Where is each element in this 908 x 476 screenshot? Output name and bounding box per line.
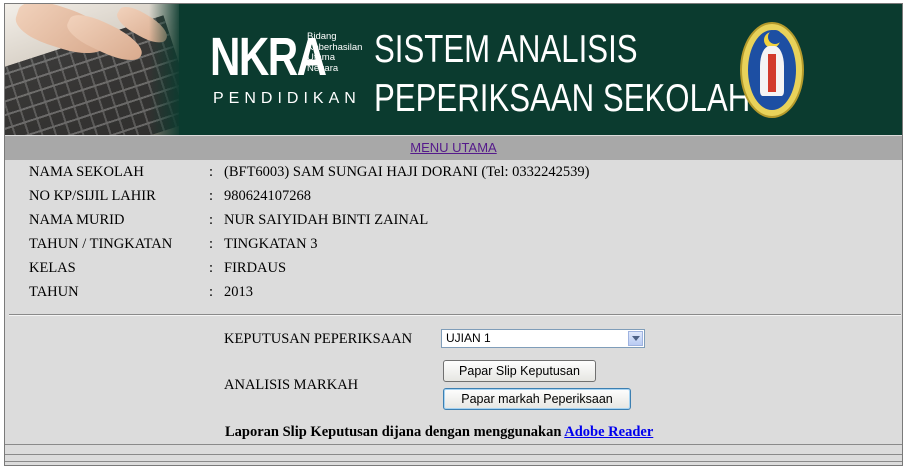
info-label: NO KP/SIJIL LAHIR [29, 188, 156, 204]
exam-result-label: KEPUTUSAN PEPERIKSAAN [224, 331, 413, 347]
info-label: NAMA SEKOLAH [29, 164, 144, 180]
divider [5, 444, 902, 445]
nkra-logo-subtext: Bidang Keberhasilan Utama Negara [307, 31, 363, 74]
report-note: Laporan Slip Keputusan dijana dengan men… [225, 424, 654, 440]
main-menu-link[interactable]: MENU UTAMA [410, 140, 496, 155]
info-label: TAHUN / TINGKATAN [29, 236, 173, 252]
header-banner: NKRA Bidang Keberhasilan Utama Negara PE… [5, 4, 902, 135]
keyboard-hands-photo [5, 4, 179, 135]
info-value: NUR SAIYIDAH BINTI ZAINAL [224, 212, 429, 228]
info-value: TINGKATAN 3 [224, 236, 318, 252]
adobe-reader-link[interactable]: Adobe Reader [564, 424, 653, 440]
show-result-slip-button[interactable]: Papar Slip Keputusan [443, 360, 596, 382]
mark-analysis-label: ANALISIS MARKAH [224, 377, 359, 393]
info-label: TAHUN [29, 284, 79, 300]
system-title-line2: PEPERIKSAAN SEKOLAH [374, 77, 751, 120]
dropdown-arrow-icon[interactable] [628, 331, 643, 346]
info-value: (BFT6003) SAM SUNGAI HAJI DORANI (Tel: 0… [224, 164, 590, 180]
divider [5, 461, 902, 462]
info-label: NAMA MURID [29, 212, 125, 228]
system-title-line1: SISTEM ANALISIS [374, 28, 638, 71]
nkra-pendidikan-text: PENDIDIKAN [213, 90, 361, 107]
info-label: KELAS [29, 260, 76, 276]
ministry-crest-icon [740, 22, 804, 118]
info-value: FIRDAUS [224, 260, 287, 276]
exam-select[interactable]: UJIAN 1 [441, 329, 645, 348]
show-exam-marks-button[interactable]: Papar markah Peperiksaan [443, 388, 631, 410]
page-frame: NKRA Bidang Keberhasilan Utama Negara PE… [4, 3, 903, 466]
info-value: 980624107268 [224, 188, 311, 204]
info-value: 2013 [224, 284, 253, 300]
menu-bar: MENU UTAMA [5, 136, 902, 160]
divider [5, 454, 902, 455]
divider [9, 314, 901, 316]
